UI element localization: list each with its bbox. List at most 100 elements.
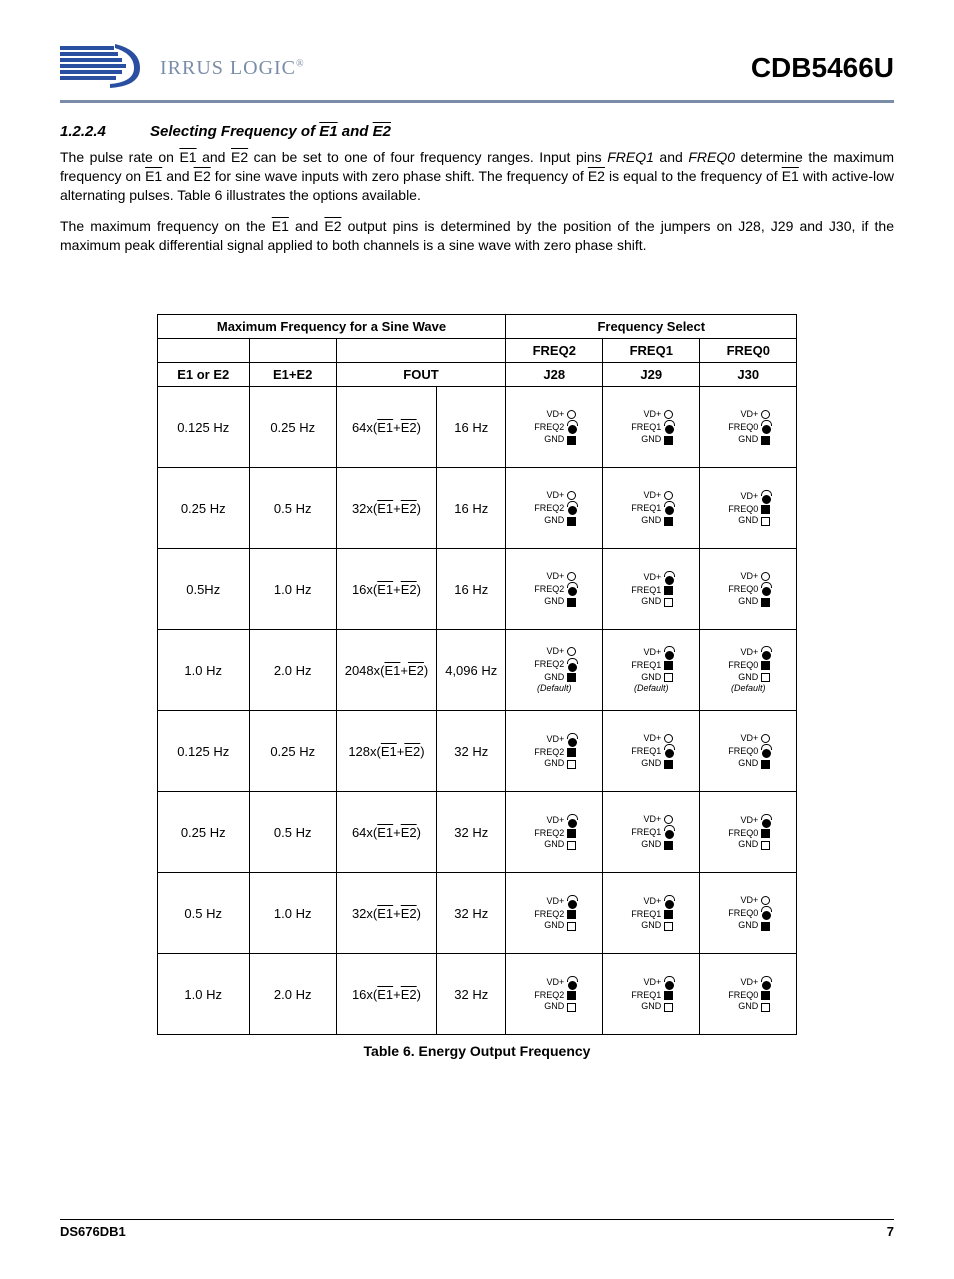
cell-fout: 32 Hz: [437, 954, 506, 1035]
cell-ee: 2.0 Hz: [249, 954, 336, 1035]
cell-mult: 16x(E1+E2): [336, 549, 437, 630]
paragraph-1: The pulse rate on E1 and E2 can be set t…: [60, 148, 894, 205]
cell-j29: VD+FREQ1GND: [603, 549, 700, 630]
cell-j29: VD+FREQ1GND: [603, 468, 700, 549]
jumper-diagram: VD+FREQ0GND: [724, 571, 772, 608]
cell-mult: 64x(E1+E2): [336, 792, 437, 873]
cell-j28: VD+FREQ2GND: [506, 711, 603, 792]
jumper-diagram: VD+FREQ2GND: [530, 733, 578, 770]
jumper-diagram: VD+FREQ2GND: [530, 895, 578, 932]
cell-ee: 1.0 Hz: [249, 549, 336, 630]
frequency-table: Maximum Frequency for a Sine Wave Freque…: [157, 314, 798, 1035]
jumper-diagram: VD+FREQ0GND: [724, 409, 772, 446]
cell-j28: VD+FREQ2GND: [506, 792, 603, 873]
cell-e: 0.125 Hz: [157, 711, 249, 792]
cell-e: 1.0 Hz: [157, 630, 249, 711]
cell-mult: 128x(E1+E2): [336, 711, 437, 792]
part-number: CDB5466U: [751, 52, 894, 84]
jumper-diagram: VD+FREQ1GND: [627, 976, 675, 1013]
page-footer: DS676DB1 7: [60, 1219, 894, 1239]
cell-j28: VD+FREQ2GND(Default): [506, 630, 603, 711]
jumper-diagram: VD+FREQ1GND: [627, 409, 675, 446]
cell-j30: VD+FREQ0GND: [700, 873, 797, 954]
cell-e: 0.5Hz: [157, 549, 249, 630]
cell-ee: 0.5 Hz: [249, 792, 336, 873]
cell-e: 1.0 Hz: [157, 954, 249, 1035]
cell-e: 0.125 Hz: [157, 387, 249, 468]
jumper-diagram: VD+FREQ2GND: [530, 976, 578, 1013]
cell-j30: VD+FREQ0GND: [700, 387, 797, 468]
cell-j30: VD+FREQ0GND: [700, 711, 797, 792]
cirrus-logo-icon: [60, 40, 160, 96]
cell-fout: 4,096 Hz: [437, 630, 506, 711]
table-row: 1.0 Hz2.0 Hz2048x(E1+E2)4,096 HzVD+FREQ2…: [157, 630, 797, 711]
cell-mult: 16x(E1+E2): [336, 954, 437, 1035]
jumper-diagram: VD+FREQ0GND: [724, 814, 772, 851]
cell-e: 0.25 Hz: [157, 468, 249, 549]
cell-e: 0.5 Hz: [157, 873, 249, 954]
jumper-diagram: VD+FREQ0GND(Default): [724, 646, 772, 695]
jumper-diagram: VD+FREQ0GND: [724, 976, 772, 1013]
page-header: IRRUS LOGIC® CDB5466U: [60, 40, 894, 103]
jumper-diagram: VD+FREQ1GND: [627, 733, 675, 770]
cell-j28: VD+FREQ2GND: [506, 954, 603, 1035]
cell-fout: 16 Hz: [437, 468, 506, 549]
cell-j30: VD+FREQ0GND(Default): [700, 630, 797, 711]
table-row: 0.5 Hz1.0 Hz32x(E1+E2)32 Hz VD+FREQ2GND VD…: [157, 873, 797, 954]
cell-j29: VD+FREQ1GND: [603, 873, 700, 954]
page-number: 7: [887, 1224, 894, 1239]
table-row: 0.125 Hz0.25 Hz128x(E1+E2)32 Hz VD+FREQ2G…: [157, 711, 797, 792]
cell-mult: 64x(E1+E2): [336, 387, 437, 468]
doc-number: DS676DB1: [60, 1224, 126, 1239]
jumper-diagram: VD+FREQ0GND: [724, 733, 772, 770]
cell-fout: 16 Hz: [437, 387, 506, 468]
cell-ee: 0.25 Hz: [249, 387, 336, 468]
cell-ee: 0.25 Hz: [249, 711, 336, 792]
logo-text: IRRUS LOGIC®: [160, 57, 305, 80]
table-row: 0.25 Hz0.5 Hz64x(E1+E2)32 Hz VD+FREQ2GND V…: [157, 792, 797, 873]
cell-fout: 32 Hz: [437, 873, 506, 954]
jumper-diagram: VD+FREQ2GND: [530, 814, 578, 851]
cell-fout: 32 Hz: [437, 792, 506, 873]
paragraph-2: The maximum frequency on the E1 and E2 o…: [60, 217, 894, 255]
hdr-freq-select: Frequency Select: [506, 315, 797, 339]
cell-mult: 2048x(E1+E2): [336, 630, 437, 711]
table-caption: Table 6. Energy Output Frequency: [60, 1043, 894, 1059]
cell-mult: 32x(E1+E2): [336, 468, 437, 549]
jumper-diagram: VD+FREQ1GND: [627, 490, 675, 527]
cell-j30: VD+FREQ0GND: [700, 954, 797, 1035]
jumper-diagram: VD+FREQ0GND: [724, 490, 772, 527]
cell-j29: VD+FREQ1GND: [603, 792, 700, 873]
cell-j29: VD+FREQ1GND: [603, 711, 700, 792]
jumper-diagram: VD+FREQ1GND(Default): [627, 646, 675, 695]
section-heading: 1.2.2.4 Selecting Frequency of E1 and E2: [60, 123, 894, 140]
cell-j28: VD+FREQ2GND: [506, 468, 603, 549]
jumper-diagram: VD+FREQ1GND: [627, 814, 675, 851]
cell-ee: 0.5 Hz: [249, 468, 336, 549]
cell-e: 0.25 Hz: [157, 792, 249, 873]
table-row: 0.5Hz1.0 Hz16x(E1+E2)16 Hz VD+FREQ2GND VD+…: [157, 549, 797, 630]
jumper-diagram: VD+FREQ1GND: [627, 571, 675, 608]
cell-fout: 16 Hz: [437, 549, 506, 630]
cell-j29: VD+FREQ1GND(Default): [603, 630, 700, 711]
section-number: 1.2.2.4: [60, 123, 106, 140]
cell-j28: VD+FREQ2GND: [506, 549, 603, 630]
cell-mult: 32x(E1+E2): [336, 873, 437, 954]
hdr-max-freq: Maximum Frequency for a Sine Wave: [157, 315, 506, 339]
jumper-diagram: VD+FREQ1GND: [627, 895, 675, 932]
table-row: 0.25 Hz0.5 Hz32x(E1+E2)16 Hz VD+FREQ2GND V…: [157, 468, 797, 549]
cell-fout: 32 Hz: [437, 711, 506, 792]
cell-ee: 2.0 Hz: [249, 630, 336, 711]
jumper-diagram: VD+FREQ0GND: [724, 895, 772, 932]
cell-j28: VD+FREQ2GND: [506, 387, 603, 468]
cell-j30: VD+FREQ0GND: [700, 549, 797, 630]
jumper-diagram: VD+FREQ2GND: [530, 409, 578, 446]
cell-ee: 1.0 Hz: [249, 873, 336, 954]
cell-j30: VD+FREQ0GND: [700, 792, 797, 873]
jumper-diagram: VD+FREQ2GND: [530, 490, 578, 527]
cell-j30: VD+FREQ0GND: [700, 468, 797, 549]
table-row: 0.125 Hz0.25 Hz64x(E1+E2)16 Hz VD+FREQ2GN…: [157, 387, 797, 468]
cell-j29: VD+FREQ1GND: [603, 387, 700, 468]
cell-j29: VD+FREQ1GND: [603, 954, 700, 1035]
jumper-diagram: VD+FREQ2GND: [530, 571, 578, 608]
